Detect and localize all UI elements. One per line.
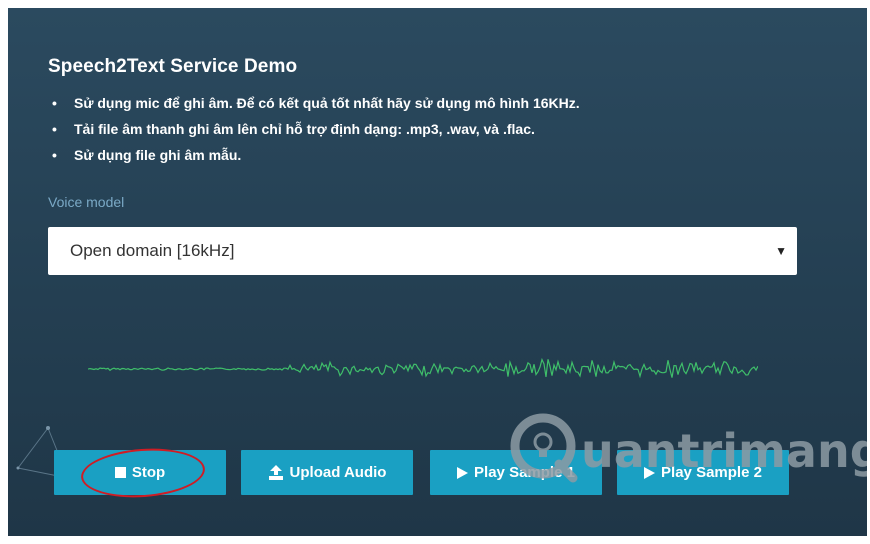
voice-model-select[interactable]: Open domain [16kHz] ▼ — [48, 227, 797, 275]
instruction-item: • Tải file âm thanh ghi âm lên chỉ hỗ trợ… — [52, 116, 580, 142]
voice-model-value: Open domain [16kHz] — [70, 241, 235, 260]
instruction-item: • Sử dụng mic để ghi âm. Để có kết quả tố… — [52, 90, 580, 116]
dropdown-arrow-icon: ▼ — [775, 244, 787, 258]
instruction-item: • Sử dụng file ghi âm mẫu. — [52, 142, 580, 168]
upload-audio-button[interactable]: Upload Audio — [241, 450, 413, 495]
upload-icon — [268, 465, 283, 480]
instruction-list: • Sử dụng mic để ghi âm. Để có kết quả tố… — [52, 90, 580, 168]
bullet: • — [52, 147, 57, 163]
bullet: • — [52, 95, 57, 111]
bullet: • — [52, 121, 57, 137]
voice-model-label: Voice model — [48, 194, 125, 210]
audio-waveform — [88, 357, 758, 379]
page-title: Speech2Text Service Demo — [48, 56, 298, 77]
watermark: uantrimang — [503, 406, 867, 486]
play-icon — [457, 466, 469, 479]
watermark-text: uantrimang — [581, 424, 867, 478]
demo-panel: Speech2Text Service Demo • Sử dụng mic để… — [8, 8, 867, 536]
watermark-logo-icon — [510, 413, 578, 483]
